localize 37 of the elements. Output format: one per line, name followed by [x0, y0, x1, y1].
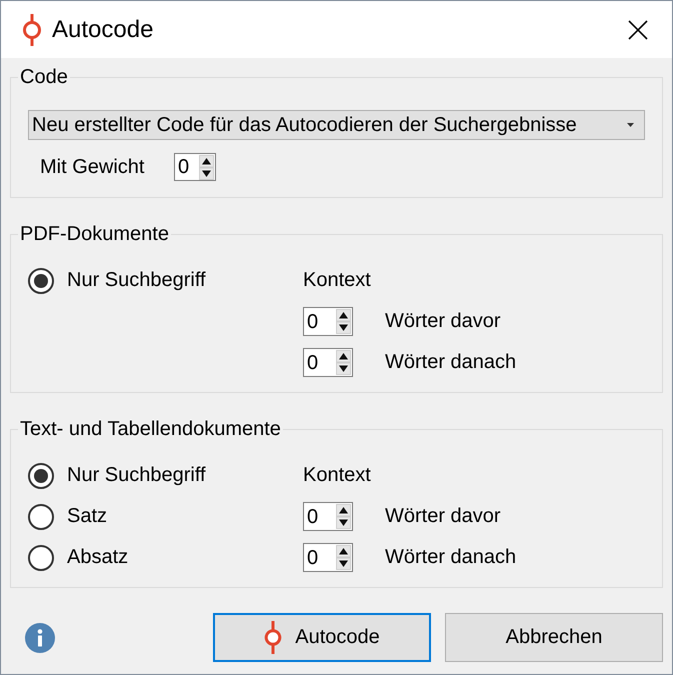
spin-arrows-icon[interactable] [336, 309, 351, 334]
close-icon[interactable] [628, 20, 648, 40]
option-label: Nur Suchbegriff [67, 464, 206, 487]
group-title: Code [19, 66, 69, 88]
info-icon[interactable] [25, 622, 55, 652]
radio-button[interactable] [28, 268, 54, 294]
group-title: Text- und Tabellendokumente [19, 418, 282, 440]
caret-icon [627, 123, 634, 127]
option-label: Satz [67, 505, 108, 528]
number-field[interactable]: 0 [303, 348, 353, 377]
radio-button[interactable] [28, 504, 54, 530]
context-label: Kontext [303, 269, 371, 292]
field-label: Wörter davor [385, 310, 501, 333]
radio-button[interactable] [28, 544, 54, 570]
field-label: Wörter danach [385, 351, 516, 374]
number-field[interactable]: 0 [303, 502, 353, 531]
context-label: Kontext [303, 464, 371, 487]
radio-button[interactable] [28, 462, 54, 488]
dialog-button[interactable]: Autocode [213, 613, 431, 662]
weight-label: Mit Gewicht [40, 156, 146, 178]
dialog-button[interactable]: Abbrechen [445, 613, 663, 662]
field-label: Wörter danach [385, 546, 516, 569]
spin-arrows-icon[interactable] [336, 350, 351, 375]
field-label: Wörter davor [385, 505, 501, 528]
option-label: Absatz [67, 546, 128, 569]
number-field[interactable]: 0 [174, 153, 216, 181]
code-dropdown[interactable]: Neu erstellter Code für das Autocodieren der Suchergebnisse [28, 110, 645, 140]
number-field[interactable]: 0 [303, 543, 353, 572]
spin-arrows-icon[interactable] [199, 154, 214, 180]
window-title: Autocode [52, 16, 154, 44]
ring-on-line-icon [264, 621, 282, 654]
ring-on-line-icon [22, 14, 42, 46]
group-title: PDF-Dokumente [19, 223, 170, 245]
option-label: Nur Suchbegriff [67, 269, 206, 292]
number-field[interactable]: 0 [303, 307, 353, 336]
spin-arrows-icon[interactable] [336, 504, 351, 529]
spin-arrows-icon[interactable] [336, 545, 351, 570]
